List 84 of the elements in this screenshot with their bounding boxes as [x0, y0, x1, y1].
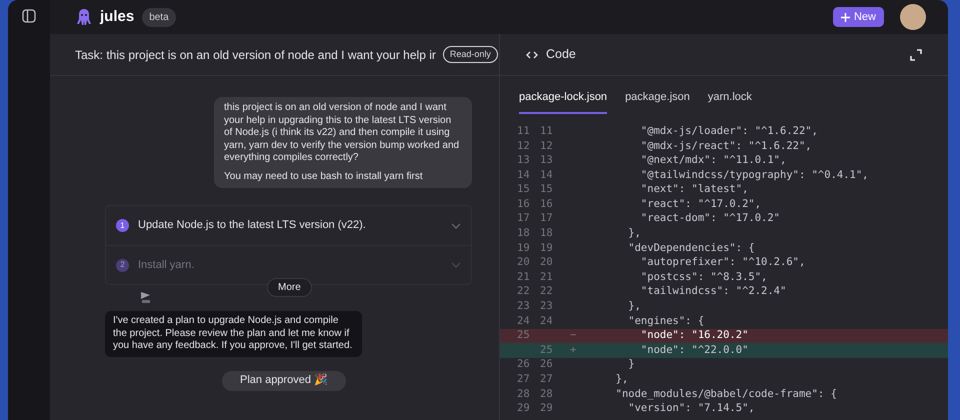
line-number: 26 [540, 357, 554, 372]
line-number: 19 [516, 240, 531, 256]
code-line: "@mdx-js/react": "^1.6.22", [640, 138, 812, 154]
line-number: 17 [540, 211, 554, 226]
panel-title: Code [546, 46, 576, 64]
code-line: }, [627, 226, 641, 242]
expand-icon[interactable] [910, 48, 922, 60]
code-line: "postcss": "^8.3.5", [640, 270, 768, 285]
code-line: "node": "16.20.2" [640, 328, 748, 344]
step-number-badge: 1 [116, 219, 129, 232]
line-number: 15 [540, 182, 554, 198]
line-number: 19 [540, 240, 554, 256]
line-number: 13 [540, 153, 554, 168]
line-number: 21 [540, 270, 554, 285]
code-line: "react": "^17.0.2", [640, 196, 762, 212]
line-number: 20 [540, 255, 554, 270]
file-tab[interactable]: package-lock.json [519, 89, 608, 114]
code-icon [526, 50, 538, 60]
line-number: 29 [540, 401, 554, 416]
step-number-badge: 2 [116, 258, 129, 272]
code-line: "@mdx-js/loader": "^1.6.22", [640, 124, 818, 139]
task-title: Task: this project is on an old version of node and I want your help ir [75, 46, 436, 64]
file-tab[interactable]: yarn.lock [708, 89, 752, 114]
more-button[interactable]: More [267, 278, 312, 297]
plus-icon [840, 12, 850, 22]
line-number: 11 [540, 124, 554, 139]
code-line: } [627, 357, 635, 372]
app-name: jules [100, 6, 134, 27]
line-number: 28 [516, 386, 531, 402]
line-number: 27 [516, 372, 531, 388]
line-number: 28 [540, 386, 554, 402]
file-tab[interactable]: package.json [625, 89, 690, 114]
line-number: 11 [516, 124, 531, 139]
line-number: 25 [540, 342, 554, 358]
code-line: "react-dom": "^17.0.2" [640, 211, 780, 226]
read-only-badge: Read-only [442, 46, 498, 64]
code-line: "next": "latest", [640, 182, 748, 198]
line-number: 18 [516, 226, 531, 242]
beta-badge: beta [142, 8, 176, 26]
line-number: 13 [516, 153, 531, 168]
code-line: "node_modules/@babel/code-frame": { [614, 386, 837, 402]
line-number: 12 [516, 138, 531, 154]
line-number: 14 [516, 168, 531, 183]
line-number: 26 [516, 357, 531, 372]
line-number: 21 [516, 270, 531, 285]
sidebar-toggle-icon[interactable] [22, 9, 36, 23]
chevron-down-icon[interactable] [451, 222, 461, 228]
code-line: "node": "^22.0.0" [640, 342, 748, 358]
line-number: 25 [516, 328, 531, 344]
code-line: "@next/mdx": "^11.0.1", [640, 153, 786, 168]
line-number: 23 [516, 299, 531, 314]
new-button[interactable]: New [832, 7, 884, 27]
line-number: 15 [516, 182, 531, 198]
diff-sign: − [569, 328, 578, 344]
line-number: 16 [540, 196, 554, 212]
line-number: 17 [516, 211, 531, 226]
code-line: "@tailwindcss/typography": "^0.4.1", [640, 168, 869, 183]
agent-message: I've created a plan to upgrade Node.js and compile the project. Please review the plan and let me know if you have any feedback. If you approve, I'll get started. [105, 311, 362, 356]
line-number: 24 [516, 314, 531, 329]
line-number: 14 [540, 168, 554, 183]
code-line: }, [614, 372, 628, 388]
line-number: 16 [516, 196, 531, 212]
line-number: 29 [516, 401, 531, 416]
line-number: 27 [540, 372, 554, 388]
avatar[interactable] [900, 4, 926, 30]
diff-sign: + [569, 342, 578, 358]
code-line: "devDependencies": { [627, 240, 755, 256]
message-paragraph: this project is on an old version of node and I want your help in upgrading this to the latest LTS version of Node.js (i think its v22) and then compile it using yarn, yarn dev to verify the version bump worked and everything compiles correctly? [224, 102, 460, 164]
code-line: }, [627, 299, 641, 314]
code-line: "engines": { [627, 314, 704, 329]
plan-step[interactable]: Update Node.js to the latest LTS version (v22). [138, 217, 442, 234]
plan-approved-status: Plan approved 🎉 [222, 370, 346, 390]
octopus-logo-icon [76, 8, 92, 26]
line-number: 12 [540, 138, 554, 154]
line-number: 22 [540, 284, 554, 300]
code-line: "autoprefixer": "^10.2.6", [640, 255, 806, 270]
line-number: 18 [540, 226, 554, 242]
message-paragraph: You may need to use bash to install yarn first [224, 170, 424, 183]
code-line: "version": "7.14.5", [627, 401, 755, 416]
line-number: 22 [516, 284, 531, 300]
line-number: 20 [516, 255, 531, 270]
line-number: 23 [540, 299, 554, 314]
line-number: 24 [540, 314, 554, 329]
code-line: "tailwindcss": "^2.2.4" [640, 284, 786, 300]
